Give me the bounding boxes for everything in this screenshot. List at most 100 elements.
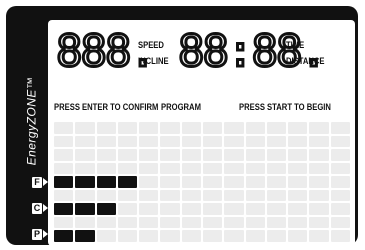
profile-segment xyxy=(266,149,287,161)
profile-segment xyxy=(96,162,116,175)
speed-incline-readout: 888. xyxy=(55,28,158,75)
brand-label: EnergyZONE™ xyxy=(24,76,39,166)
profile-segment xyxy=(245,149,265,161)
profile-segment-lit xyxy=(75,230,95,242)
profile-segment xyxy=(330,203,350,215)
profile-segment xyxy=(181,176,201,188)
profile-segment xyxy=(160,230,180,242)
profile-segment xyxy=(160,162,180,175)
profile-segment xyxy=(224,216,244,229)
distance-label: DISTANCE xyxy=(286,56,325,66)
profile-segment xyxy=(139,176,159,188)
profile-segment xyxy=(266,122,287,134)
profile-segment xyxy=(54,189,74,202)
profile-segment xyxy=(224,149,244,161)
profile-segment xyxy=(309,216,329,229)
profile-segment xyxy=(139,149,159,161)
profile-segment xyxy=(330,162,350,175)
profile-segment xyxy=(288,203,308,215)
profile-segment xyxy=(309,176,329,188)
profile-segment xyxy=(160,135,180,148)
profile-segment xyxy=(203,135,223,148)
profile-segment xyxy=(288,135,308,148)
start-prompt: PRESS START TO BEGIN xyxy=(239,102,331,112)
profile-segment xyxy=(309,162,329,175)
profile-segment xyxy=(288,149,308,161)
profile-segment xyxy=(266,162,287,175)
lcd-screen: 888. SPEED INCLINE 88:88. TIME DISTANCE … xyxy=(48,20,355,246)
profile-segment xyxy=(181,122,201,134)
profile-segment xyxy=(224,135,244,148)
speed-label: SPEED xyxy=(138,40,164,50)
profile-segment xyxy=(139,162,159,175)
profile-segment xyxy=(181,230,201,242)
profile-segment xyxy=(309,149,329,161)
profile-grid xyxy=(54,122,350,242)
profile-segment xyxy=(309,135,329,148)
profile-segment xyxy=(96,122,116,134)
profile-segment xyxy=(330,135,350,148)
profile-segment xyxy=(266,203,287,215)
profile-segment xyxy=(224,122,244,134)
profile-segment xyxy=(245,176,265,188)
profile-segment xyxy=(139,216,159,229)
profile-segment xyxy=(75,122,95,134)
profile-segment xyxy=(330,122,350,134)
profile-segment xyxy=(224,230,244,242)
profile-segment xyxy=(330,230,350,242)
profile-segment-lit xyxy=(96,203,116,215)
confirm-prompt: PRESS ENTER TO CONFIRM xyxy=(54,102,159,112)
marker-f: F xyxy=(32,176,48,188)
profile-segment xyxy=(181,203,201,215)
profile-segment xyxy=(309,122,329,134)
profile-segment xyxy=(75,162,95,175)
right-digits: 88:88. xyxy=(177,26,329,77)
profile-segment-lit xyxy=(96,176,116,188)
profile-segment-lit xyxy=(117,176,138,188)
profile-segment xyxy=(117,230,138,242)
profile-segment xyxy=(224,162,244,175)
profile-segment xyxy=(203,176,223,188)
profile-segment xyxy=(54,162,74,175)
profile-segment xyxy=(117,216,138,229)
profile-segment xyxy=(330,216,350,229)
profile-segment xyxy=(96,230,116,242)
profile-segment xyxy=(117,135,138,148)
profile-segment-lit xyxy=(75,203,95,215)
profile-segment xyxy=(96,135,116,148)
profile-segment xyxy=(224,189,244,202)
profile-segment xyxy=(245,122,265,134)
marker-c: C xyxy=(32,202,48,214)
profile-segment xyxy=(139,230,159,242)
profile-segment xyxy=(288,189,308,202)
profile-segment xyxy=(245,203,265,215)
profile-segment xyxy=(160,216,180,229)
profile-segment xyxy=(117,122,138,134)
profile-segment xyxy=(160,149,180,161)
time-label: TIME xyxy=(286,40,305,50)
profile-segment xyxy=(75,135,95,148)
marker-p: P xyxy=(32,228,48,240)
profile-segment xyxy=(203,122,223,134)
incline-label: INCLINE xyxy=(138,56,169,66)
profile-segment xyxy=(117,203,138,215)
profile-segment xyxy=(203,203,223,215)
profile-segment xyxy=(75,189,95,202)
program-label: PROGRAM xyxy=(161,102,201,112)
profile-segment xyxy=(288,122,308,134)
profile-segment xyxy=(117,149,138,161)
console-frame: EnergyZONE™ 888. SPEED INCLINE 88:88. TI… xyxy=(6,6,358,246)
profile-segment xyxy=(96,189,116,202)
profile-segment xyxy=(288,176,308,188)
profile-segment xyxy=(203,149,223,161)
profile-segment-lit xyxy=(54,203,74,215)
profile-segment xyxy=(181,135,201,148)
profile-segment xyxy=(309,203,329,215)
profile-segment xyxy=(181,149,201,161)
profile-segment-lit xyxy=(75,176,95,188)
profile-segment xyxy=(160,122,180,134)
profile-segment xyxy=(117,162,138,175)
profile-segment xyxy=(309,189,329,202)
profile-segment xyxy=(160,189,180,202)
profile-segment-lit xyxy=(54,230,74,242)
